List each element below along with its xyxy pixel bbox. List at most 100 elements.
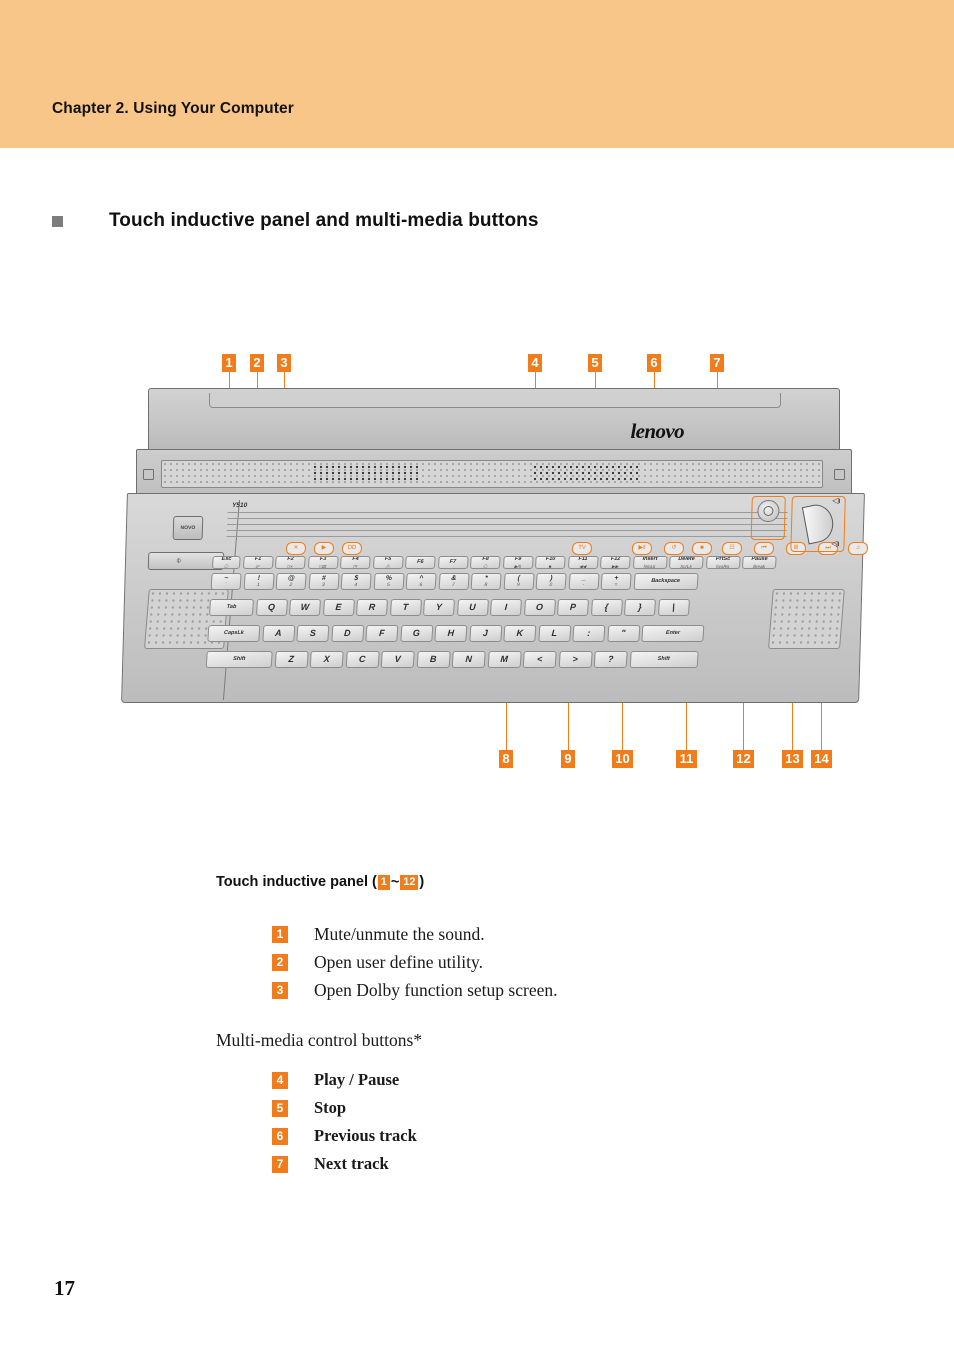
key-prtsc[interactable]: PrtSc SysRq xyxy=(705,556,741,569)
key-f4[interactable]: F4 ◳ xyxy=(339,556,371,569)
key-f1[interactable]: F1 zᶻ xyxy=(242,556,274,569)
mute-icon[interactable]: ✕ xyxy=(285,542,307,555)
key-c[interactable]: C xyxy=(345,651,380,668)
item-badge-1: 1 xyxy=(272,926,288,943)
key-v[interactable]: V xyxy=(380,651,415,668)
callout-badge-10: 10 xyxy=(612,750,633,768)
key--[interactable]: (9 xyxy=(503,573,535,590)
key-k[interactable]: K xyxy=(503,625,537,642)
key--[interactable]: < xyxy=(522,651,557,668)
key-y[interactable]: Y xyxy=(422,599,456,616)
music-icon[interactable]: ♫ xyxy=(847,542,869,555)
item-label: Open user define utility. xyxy=(314,952,483,972)
key-f[interactable]: F xyxy=(365,625,399,642)
key-f8[interactable]: F8 ⎔ xyxy=(469,556,501,569)
key-d[interactable]: D xyxy=(330,625,364,642)
hinge-indicator-right-icon xyxy=(834,469,845,480)
key-f5[interactable]: F5 ⎙ xyxy=(372,556,404,569)
key--[interactable]: ^ 6 xyxy=(405,573,437,590)
key-n[interactable]: N xyxy=(451,651,486,668)
keyboard-row-function: Esc ⎔ F1 zᶻ F2 □× F3 □▤ F4 ◳ F5 ⎙ F6 F7 F8 ⎔ F9 ▶/‖ F10 ■ F1… xyxy=(211,556,777,569)
item-badge-5: 5 xyxy=(272,1099,288,1117)
stop-icon[interactable]: ■ xyxy=(691,542,713,555)
key--[interactable]: ? xyxy=(593,651,628,668)
key--[interactable]: @2 xyxy=(275,573,307,590)
key-f10[interactable]: F10 ■ xyxy=(534,556,566,569)
key-q[interactable]: Q xyxy=(255,599,288,616)
key--[interactable]: + = xyxy=(600,573,632,590)
user-define-icon[interactable]: ▶ xyxy=(313,542,335,555)
key--[interactable]: { xyxy=(590,599,623,616)
key-l[interactable]: L xyxy=(537,625,571,642)
novo-button[interactable]: NOVO xyxy=(172,516,204,540)
key--[interactable]: % 5 xyxy=(373,573,405,590)
key--[interactable]: } xyxy=(623,599,657,616)
key-x[interactable]: X xyxy=(309,651,344,668)
key-f11[interactable]: F11 ◀◀ xyxy=(567,556,599,569)
key--[interactable]: ! 1 xyxy=(243,573,275,590)
key-a[interactable]: A xyxy=(261,625,295,642)
key-w[interactable]: W xyxy=(288,599,322,616)
key--[interactable]: > xyxy=(558,651,593,668)
key-u[interactable]: U xyxy=(456,599,489,616)
keyboard[interactable]: Esc ⎔ F1 zᶻ F2 □× F3 □▤ F4 ◳ F5 ⎙ F6 F7 F8 ⎔ F9 ▶/‖ F10 ■ F1… xyxy=(204,556,823,701)
list-item: 4 Play / Pause xyxy=(272,1070,399,1090)
key-g[interactable]: G xyxy=(399,625,433,642)
key--[interactable]: ) 0 xyxy=(535,573,567,590)
key-i[interactable]: I xyxy=(489,599,523,616)
rotate-icon[interactable]: ↺ xyxy=(663,542,685,555)
key-delete[interactable]: Delete ScrLk xyxy=(668,556,704,569)
key--[interactable]: : xyxy=(572,625,606,642)
play-pause-icon[interactable]: ▶‖ xyxy=(631,542,653,555)
key-f9[interactable]: F9 ▶/‖ xyxy=(502,556,534,569)
key-b[interactable]: B xyxy=(416,651,451,668)
key-esc[interactable]: Esc ⎔ xyxy=(211,556,241,569)
key-z[interactable]: Z xyxy=(274,651,309,668)
key-r[interactable]: R xyxy=(355,599,389,616)
key-h[interactable]: H xyxy=(434,625,468,642)
touch-inductive-panel[interactable]: Y510 ✕ ▶ DD TV ▶‖ ↺ ■ ☷ ⏮ ‖‖ ⏭ ♫ xyxy=(226,500,869,555)
callout-badge-13: 13 xyxy=(782,750,803,768)
key--[interactable]: " xyxy=(606,625,640,642)
key-o[interactable]: O xyxy=(523,599,556,616)
key-e[interactable]: E xyxy=(322,599,355,616)
key-t[interactable]: T xyxy=(389,599,422,616)
key-capslk[interactable]: CapsLk xyxy=(207,625,261,642)
key--[interactable]: $4 xyxy=(340,573,372,590)
item-badge-6: 6 xyxy=(272,1127,288,1145)
key-s[interactable]: S xyxy=(296,625,330,642)
key-f7[interactable]: F7 xyxy=(437,556,469,569)
key--[interactable]: #3 xyxy=(308,573,340,590)
dolby-icon[interactable]: DD xyxy=(341,542,363,555)
key-shift[interactable]: Shift xyxy=(629,651,699,668)
key--[interactable]: _ - xyxy=(568,573,600,590)
key-p[interactable]: P xyxy=(556,599,590,616)
callout-badge-8: 8 xyxy=(499,750,513,768)
volume-slider[interactable]: ◁ı ◁ı xyxy=(796,496,841,548)
key--[interactable]: & 7 xyxy=(438,573,470,590)
key-f3[interactable]: F3 □▤ xyxy=(307,556,339,569)
key-f6[interactable]: F6 xyxy=(404,556,436,569)
model-label: Y510 xyxy=(231,502,248,509)
previous-track-icon[interactable]: ⏮ xyxy=(753,542,775,555)
key-f2[interactable]: F2 □× xyxy=(274,556,306,569)
key-m[interactable]: M xyxy=(487,651,522,668)
veriface-icon[interactable]: ☷ xyxy=(721,542,743,555)
power-symbol-icon: ⌽ xyxy=(175,555,182,565)
item-label: Mute/unmute the sound. xyxy=(314,924,485,944)
key-tab[interactable]: Tab xyxy=(208,599,255,616)
volume-up-icon: ◁ı xyxy=(832,496,841,505)
key--[interactable]: | xyxy=(657,599,690,616)
key-enter[interactable]: Enter xyxy=(641,625,705,642)
key-insert[interactable]: Insert NmLk xyxy=(632,556,668,569)
tv-icon[interactable]: TV xyxy=(571,542,593,555)
key-pause[interactable]: Pause Break xyxy=(741,556,777,569)
callout-badge-5: 5 xyxy=(588,354,602,372)
key-f12[interactable]: F12 ▶▶ xyxy=(599,556,631,569)
key--[interactable]: * 8 xyxy=(470,573,502,590)
key-j[interactable]: J xyxy=(468,625,502,642)
key--[interactable]: ~ ` xyxy=(210,573,242,590)
key-backspace[interactable]: Backspace xyxy=(633,573,699,590)
key-shift[interactable]: Shift xyxy=(205,651,273,668)
top-speaker-grille xyxy=(161,460,823,488)
